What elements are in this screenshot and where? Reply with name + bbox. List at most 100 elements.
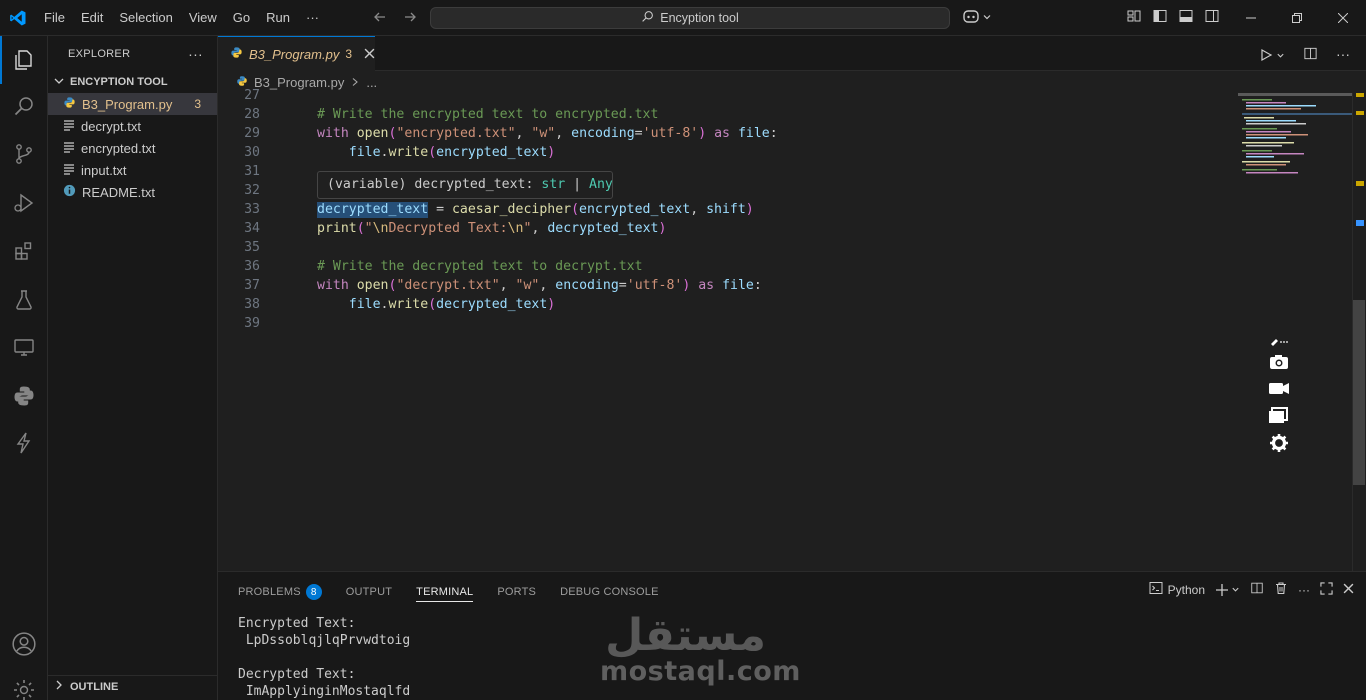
file-name: B3_Program.py xyxy=(82,96,173,112)
problems-count-badge: 8 xyxy=(305,584,322,600)
account-icon[interactable] xyxy=(0,620,48,668)
explorer-more-button[interactable]: ··· xyxy=(188,46,203,62)
pin-icon xyxy=(1271,339,1288,346)
run-file-icon[interactable] xyxy=(1259,46,1285,64)
testing-icon[interactable] xyxy=(0,276,48,324)
outline-section[interactable]: OUTLINE xyxy=(48,675,218,697)
file-name: input.txt xyxy=(81,162,127,178)
mostaql-watermark: مستقل mostaql.com xyxy=(596,602,800,694)
menu-bar: File Edit Selection View Go Run ··· xyxy=(36,0,327,36)
terminal-line: ImApplyinginMostaqlfd xyxy=(238,684,411,699)
folder-name: ENCYPTION TOOL xyxy=(70,76,168,88)
line-number: 38 xyxy=(244,297,260,312)
toggle-secondary-sidebar-icon[interactable] xyxy=(1204,8,1220,27)
tab-b3-program[interactable]: B3_Program.py 3 xyxy=(218,36,375,71)
close-window-button[interactable] xyxy=(1320,0,1366,36)
run-debug-icon[interactable] xyxy=(0,179,48,227)
tab-ports[interactable]: PORTS xyxy=(497,582,536,602)
tab-output-label: OUTPUT xyxy=(345,586,393,598)
explorer-sidebar: EXPLORER ··· ENCYPTION TOOL B3_Program.p… xyxy=(48,36,218,700)
folder-header[interactable]: ENCYPTION TOOL xyxy=(48,71,217,93)
split-editor-icon[interactable] xyxy=(1303,46,1318,64)
camera-icon xyxy=(1270,355,1288,369)
back-arrow-icon[interactable] xyxy=(372,9,388,28)
tab-terminal[interactable]: TERMINAL xyxy=(416,582,474,602)
close-panel-icon[interactable] xyxy=(1343,583,1354,597)
python-extension-icon[interactable] xyxy=(0,372,48,420)
new-terminal-icon[interactable] xyxy=(1215,583,1240,597)
title-bar: File Edit Selection View Go Run ··· Ency… xyxy=(0,0,1366,36)
menu-run[interactable]: Run xyxy=(258,0,298,36)
explorer-title: EXPLORER xyxy=(68,47,131,60)
tab-terminal-label: TERMINAL xyxy=(416,585,474,598)
text-file-icon xyxy=(63,141,75,156)
line-number: 33 xyxy=(244,202,260,217)
copilot-button[interactable] xyxy=(962,8,992,27)
tab-label: B3_Program.py xyxy=(249,46,340,62)
split-terminal-icon[interactable] xyxy=(1250,581,1264,598)
menu-selection[interactable]: Selection xyxy=(111,0,180,36)
toggle-primary-sidebar-icon[interactable] xyxy=(1152,8,1168,27)
terminal-line: LpDssoblqjlqPrvwdtoig xyxy=(238,633,411,648)
code-editor[interactable]: 27 28 # Write the encrypted text to encry… xyxy=(218,86,1238,570)
menu-go[interactable]: Go xyxy=(225,0,258,36)
more-actions-icon[interactable]: ··· xyxy=(1336,46,1350,64)
manage-gear-icon[interactable] xyxy=(0,666,48,700)
line-number: 37 xyxy=(244,278,260,293)
toggle-panel-icon[interactable] xyxy=(1178,8,1194,27)
file-item-decrypt[interactable]: decrypt.txt xyxy=(48,115,217,137)
file-item-readme[interactable]: README.txt xyxy=(48,181,217,203)
settings-gear-icon xyxy=(1270,434,1288,452)
terminal-line: Decrypted Text: xyxy=(238,667,356,682)
editor-scrollbar-thumb[interactable] xyxy=(1353,300,1365,485)
minimap[interactable] xyxy=(1238,93,1352,183)
outline-label: OUTLINE xyxy=(70,680,119,693)
line-number: 39 xyxy=(244,316,260,331)
tab-output[interactable]: OUTPUT xyxy=(346,582,392,602)
trash-icon[interactable] xyxy=(1274,581,1288,598)
line-number: 34 xyxy=(244,221,260,236)
text-file-icon xyxy=(63,163,75,178)
command-center-search[interactable]: Encyption tool xyxy=(430,7,950,29)
chevron-down-icon xyxy=(982,10,992,25)
line-number: 29 xyxy=(244,126,260,141)
menu-more[interactable]: ··· xyxy=(298,0,327,36)
restore-button[interactable] xyxy=(1274,0,1320,36)
source-control-icon[interactable] xyxy=(0,130,48,178)
terminal-icon xyxy=(1149,581,1163,598)
window-capture-icon xyxy=(1269,407,1288,423)
extensions-icon[interactable] xyxy=(0,227,48,275)
file-item-input[interactable]: input.txt xyxy=(48,159,217,181)
minimize-button[interactable] xyxy=(1228,0,1274,36)
terminal-profile[interactable]: Python xyxy=(1149,581,1205,598)
hover-type-str: str xyxy=(541,177,566,192)
explorer-icon[interactable] xyxy=(0,36,48,84)
customize-layout-icon[interactable] xyxy=(1126,8,1142,27)
file-item-b3-program[interactable]: B3_Program.py 3 xyxy=(48,93,217,115)
video-icon xyxy=(1269,383,1289,394)
close-icon[interactable] xyxy=(364,47,375,62)
tab-problem-badge: 3 xyxy=(345,47,353,61)
panel-tabs: PROBLEMS 8 OUTPUT TERMINAL PORTS DEBUG CO… xyxy=(238,582,659,602)
file-item-encrypted[interactable]: encrypted.txt xyxy=(48,137,217,159)
lightning-icon[interactable] xyxy=(0,419,48,467)
panel-more-icon[interactable]: ··· xyxy=(1298,583,1310,597)
maximize-panel-icon[interactable] xyxy=(1320,581,1333,598)
line-number: 28 xyxy=(244,107,260,122)
line-number: 36 xyxy=(244,259,260,274)
forward-arrow-icon[interactable] xyxy=(402,9,418,28)
command-center-label: Encyption tool xyxy=(660,11,739,25)
menu-view[interactable]: View xyxy=(181,0,225,36)
tab-debug-console[interactable]: DEBUG CONSOLE xyxy=(560,582,659,602)
panel-actions: Python ··· xyxy=(1149,581,1354,598)
file-name: decrypt.txt xyxy=(81,118,141,134)
tab-problems[interactable]: PROBLEMS 8 xyxy=(238,582,322,602)
menu-edit[interactable]: Edit xyxy=(73,0,111,36)
search-view-icon[interactable] xyxy=(0,82,48,130)
menu-file[interactable]: File xyxy=(36,0,73,36)
remote-explorer-icon[interactable] xyxy=(0,323,48,371)
terminal-output[interactable]: Encrypted Text: LpDssoblqjlqPrvwdtoig Dec… xyxy=(238,615,410,700)
python-icon xyxy=(230,46,243,62)
terminal-profile-label: Python xyxy=(1167,582,1205,597)
